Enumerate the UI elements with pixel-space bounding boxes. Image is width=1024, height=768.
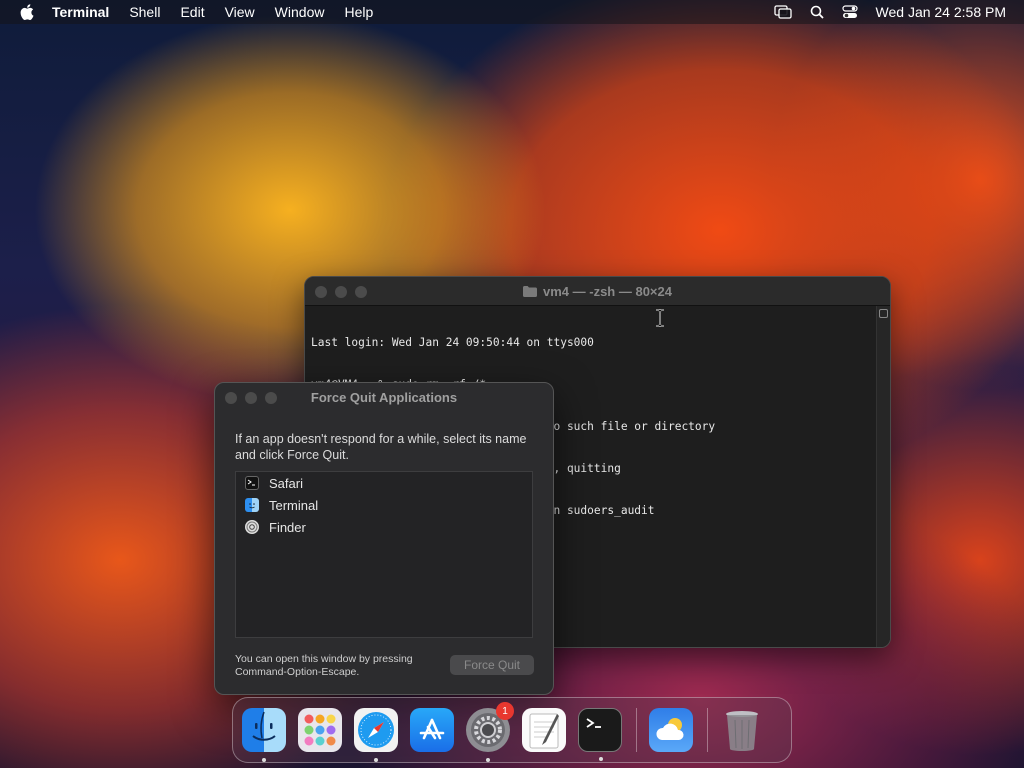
zoom-button[interactable] — [355, 286, 367, 298]
dock-finder[interactable] — [242, 708, 286, 762]
zoom-button[interactable] — [265, 392, 277, 404]
dock-separator — [636, 708, 637, 752]
terminal-title: vm4 — -zsh — 80×24 — [523, 284, 672, 299]
dock-terminal[interactable] — [578, 708, 622, 761]
dock-launchpad[interactable] — [298, 708, 342, 752]
terminal-title-text: vm4 — -zsh — 80×24 — [543, 283, 672, 299]
close-button[interactable] — [315, 286, 327, 298]
app-list-item-finder[interactable]: Finder — [236, 516, 532, 538]
running-indicator — [374, 758, 378, 762]
force-quit-description: If an app doesn't respond for a while, s… — [235, 432, 527, 462]
finder-icon — [245, 498, 259, 512]
app-list-item-label: Finder — [269, 519, 306, 535]
dock-textedit[interactable] — [522, 708, 566, 752]
scroll-split-icon[interactable] — [879, 309, 888, 318]
notification-badge: 1 — [496, 702, 514, 720]
force-quit-button[interactable]: Force Quit — [450, 655, 534, 675]
menu-clock[interactable]: Wed Jan 24 2:58 PM — [876, 4, 1006, 20]
app-list-item-safari[interactable]: Safari — [236, 472, 532, 494]
menu-window[interactable]: Window — [275, 4, 325, 20]
force-quit-window[interactable]: Force Quit Applications If an app doesn'… — [214, 382, 554, 695]
menu-bar: Terminal Shell Edit View Window Help Wed… — [0, 0, 1024, 24]
terminal-icon — [245, 476, 259, 490]
finder-icon — [252, 711, 276, 741]
force-quit-titlebar[interactable]: Force Quit Applications — [215, 383, 553, 411]
terminal-titlebar[interactable]: vm4 — -zsh — 80×24 — [305, 277, 890, 306]
app-list-item-label: Safari — [269, 475, 303, 491]
app-list-item-terminal[interactable]: Terminal — [236, 494, 532, 516]
dock-separator — [707, 708, 708, 752]
terminal-traffic-lights — [315, 286, 375, 298]
dock-trash[interactable] — [720, 708, 764, 752]
app-store-icon — [419, 718, 445, 740]
app-list-item-label: Terminal — [269, 497, 319, 513]
textedit-icon — [529, 713, 559, 749]
terminal-icon — [586, 718, 601, 728]
force-quit-title: Force Quit Applications — [310, 389, 458, 405]
safari-icon — [245, 520, 259, 534]
minimize-button[interactable] — [335, 286, 347, 298]
control-center-icon[interactable] — [841, 5, 858, 19]
dock-app-store[interactable] — [410, 708, 454, 752]
dock: 1 — [232, 697, 792, 763]
trash-icon — [726, 711, 758, 751]
folder-icon — [523, 285, 537, 297]
menu-help[interactable]: Help — [344, 4, 373, 20]
spotlight-search-icon[interactable] — [810, 5, 824, 19]
weather-icon — [656, 718, 684, 740]
running-indicator — [262, 758, 266, 762]
terminal-scrollbar[interactable] — [876, 306, 890, 647]
menu-edit[interactable]: Edit — [180, 4, 204, 20]
dock-safari[interactable] — [354, 708, 398, 762]
launchpad-icon — [304, 714, 336, 746]
screen-mirroring-icon[interactable] — [773, 5, 792, 19]
menu-view[interactable]: View — [225, 4, 255, 20]
menu-app-name[interactable]: Terminal — [52, 4, 109, 20]
safari-icon — [358, 712, 394, 748]
running-indicator — [599, 757, 603, 761]
dock-weather[interactable] — [649, 708, 693, 752]
terminal-line: Last login: Wed Jan 24 09:50:44 on ttys0… — [311, 336, 594, 349]
close-button[interactable] — [225, 392, 237, 404]
text-cursor-icon — [655, 309, 665, 332]
minimize-button[interactable] — [245, 392, 257, 404]
menu-shell[interactable]: Shell — [129, 4, 160, 20]
force-quit-hint: You can open this window by pressing Com… — [235, 653, 413, 678]
running-indicator — [486, 758, 490, 762]
force-quit-traffic-lights — [225, 392, 285, 404]
apple-menu-icon[interactable] — [18, 3, 36, 21]
dock-system-settings[interactable]: 1 — [466, 702, 514, 762]
force-quit-app-list[interactable]: Safari Terminal Finder — [235, 471, 533, 638]
